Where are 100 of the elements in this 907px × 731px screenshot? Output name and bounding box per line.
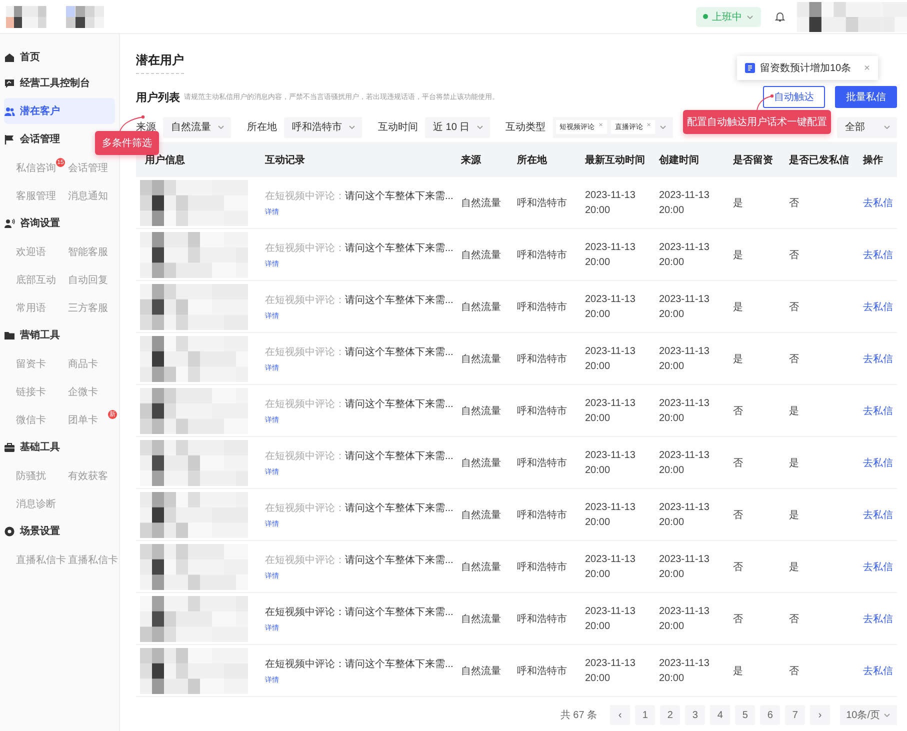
total-count: 共 67 条	[560, 708, 598, 722]
bulk-message-button[interactable]: 批量私信	[835, 86, 897, 108]
sidebar-item[interactable]: 场景设置	[4, 520, 64, 542]
table-cell-text: 自然流量	[460, 508, 502, 522]
page-button[interactable]: 3	[685, 705, 706, 725]
table-cell-text: 2023-11-13 20:00	[584, 502, 636, 528]
submenu-item[interactable]: 私信咨询	[16, 161, 56, 175]
column-header: 所在地	[516, 154, 548, 166]
callout-label: 配置自动触达用户话术一键配置	[683, 110, 831, 134]
sidebar-item[interactable]: 基础工具	[4, 436, 64, 458]
column-header: 用户信息	[144, 153, 186, 166]
document-icon	[745, 63, 755, 73]
message-link[interactable]: 去私信	[854, 196, 897, 210]
column-header: 是否留资	[732, 154, 774, 166]
submenu-item[interactable]: 直播私信卡	[68, 553, 118, 567]
submenu-item[interactable]: 有效获客	[68, 469, 108, 483]
interaction-record: 在短视频中评论：请问这个车整体下来需...	[265, 502, 452, 514]
page-button[interactable]: 7	[785, 705, 806, 725]
page-title: 潜在用户	[136, 52, 184, 74]
message-link[interactable]: 去私信	[854, 664, 897, 678]
filter-label: 所在地	[247, 120, 277, 134]
table-cell-text: 2023-11-13 20:00	[658, 190, 710, 216]
status-dropdown[interactable]: 上班中	[696, 6, 761, 26]
table-cell-text: 是	[732, 300, 744, 314]
submenu-item[interactable]: 客服管理	[16, 189, 56, 203]
interaction-record: 在短视频中评论：请问这个车整体下来需...	[265, 346, 452, 358]
filter-select[interactable]: 近 10 日	[425, 116, 490, 138]
table-cell-text: 2023-11-13 20:00	[584, 242, 636, 268]
table-cell-text: 否	[732, 456, 744, 470]
table-cell-text: 是	[732, 248, 744, 262]
auto-reach-button[interactable]: 自动触达	[763, 86, 825, 108]
close-icon[interactable]: ×	[864, 62, 870, 74]
column-header: 操作	[862, 154, 884, 166]
prev-page-button[interactable]: ‹	[610, 705, 630, 725]
table-cell-text: 呼和浩特市	[516, 612, 568, 626]
table-cell-text: 2023-11-13 20:00	[658, 346, 710, 372]
message-link[interactable]: 去私信	[854, 404, 897, 418]
sidebar-item[interactable]: 咨询设置	[4, 212, 64, 234]
sidebar-item[interactable]: 营销工具	[4, 324, 64, 346]
submenu-item[interactable]: 常用语	[16, 301, 46, 315]
message-link[interactable]: 去私信	[854, 560, 897, 574]
page-button[interactable]: 2	[660, 705, 680, 725]
message-link[interactable]: 去私信	[854, 352, 897, 366]
sidebar-item[interactable]: 会话管理	[4, 128, 64, 150]
table-cell-text: 2023-11-13 20:00	[658, 242, 710, 268]
page-button[interactable]: 5	[735, 705, 756, 725]
page-size-select[interactable]: 10条/页	[840, 705, 897, 725]
caret-icon	[883, 123, 891, 131]
bell-icon[interactable]	[775, 11, 785, 22]
gear-icon	[4, 526, 15, 536]
submenu-item[interactable]: 微信卡	[16, 413, 46, 427]
sidebar-item[interactable]: 首页	[4, 46, 44, 68]
submenu-item[interactable]: 欢迎语	[16, 245, 46, 259]
interaction-record: 在短视频中评论：请问这个车整体下来需...	[265, 450, 452, 462]
next-page-button[interactable]: ›	[810, 705, 830, 725]
submenu-item[interactable]: 防骚扰	[16, 469, 46, 483]
submenu-item[interactable]: 会话管理	[68, 161, 108, 175]
message-link[interactable]: 去私信	[854, 300, 897, 314]
message-link[interactable]: 去私信	[854, 456, 897, 470]
caret-icon	[217, 123, 225, 131]
submenu-item[interactable]: 企微卡	[68, 385, 98, 399]
submenu-item[interactable]: 商品卡	[68, 357, 98, 371]
filter-select[interactable]: 呼和浩特市	[284, 116, 362, 138]
message-link[interactable]: 去私信	[854, 248, 897, 262]
filter-select[interactable]: 自然流量	[163, 116, 231, 138]
submenu-item[interactable]: 底部互动	[16, 273, 56, 287]
table-cell-text: 自然流量	[460, 300, 502, 314]
leader-line	[118, 114, 146, 132]
caret-icon	[348, 123, 356, 131]
table-cell-text: 2023-11-13 20:00	[584, 346, 636, 372]
page-button[interactable]: 6	[760, 705, 780, 725]
interaction-record: 在短视频中评论：请问这个车整体下来需...	[265, 294, 452, 306]
table-cell-text: 2023-11-13 20:00	[584, 554, 636, 580]
submenu-item[interactable]: 团单卡	[68, 413, 98, 427]
message-link[interactable]: 去私信	[854, 508, 897, 522]
submenu-item[interactable]: 链接卡	[16, 385, 46, 399]
table-cell-text: 呼和浩特市	[516, 404, 568, 418]
submenu-item[interactable]: 留资卡	[16, 357, 46, 371]
table-cell-text: 自然流量	[460, 560, 502, 574]
leader-line	[755, 94, 775, 111]
submenu-item[interactable]: 三方客服	[68, 301, 108, 315]
interaction-record: 在短视频中评论：请问这个车整体下来需...	[265, 554, 452, 566]
filter-select[interactable]: 全部	[837, 116, 897, 138]
table-cell-text: 呼和浩特市	[516, 560, 568, 574]
page-button[interactable]: 1	[635, 705, 656, 725]
table-cell-text: 2023-11-13 20:00	[584, 450, 636, 476]
table-cell-text: 2023-11-13 20:00	[584, 398, 636, 424]
submenu-item[interactable]: 智能客服	[68, 245, 108, 259]
section-title: 用户列表	[136, 90, 180, 104]
sidebar-item[interactable]: 经营工具控制台	[4, 72, 94, 94]
sidebar-item[interactable]: 潜在客户	[4, 98, 115, 124]
table-cell-text: 自然流量	[460, 196, 502, 210]
table-cell-text: 是	[788, 508, 800, 522]
page-button[interactable]: 4	[710, 705, 730, 725]
submenu-item[interactable]: 自动回复	[68, 273, 108, 287]
table-cell-text: 自然流量	[460, 612, 502, 626]
message-link[interactable]: 去私信	[854, 612, 897, 626]
submenu-item[interactable]: 消息通知	[68, 189, 108, 203]
submenu-item[interactable]: 直播私信卡	[16, 553, 66, 567]
submenu-item[interactable]: 消息诊断	[16, 497, 56, 511]
